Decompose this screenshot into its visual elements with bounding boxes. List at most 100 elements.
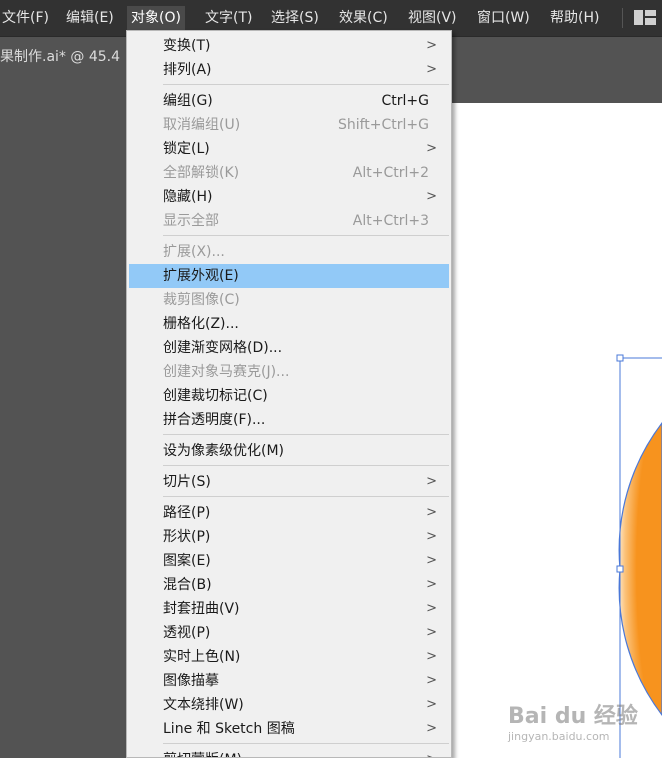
orange-circle [618, 422, 662, 716]
menu-item-label: 图案(E) [163, 553, 211, 569]
menu-item-label: 扩展外观(E) [163, 268, 239, 284]
menu-item-clipping-mask[interactable]: 剪切蒙版(M) > [129, 748, 449, 757]
submenu-arrow-icon: > [426, 577, 437, 592]
submenu-arrow-icon: > [426, 62, 437, 77]
selection-handle-top-left [616, 354, 624, 362]
menu-item-image-trace[interactable]: 图像描摹 > [129, 669, 449, 693]
menu-item-shortcut: Alt+Ctrl+2 [352, 165, 429, 181]
baidu-watermark-url: jingyan.baidu.com [508, 730, 610, 743]
menu-item-group[interactable]: 编组(G) Ctrl+G [129, 89, 449, 113]
menu-item-envelope-distort[interactable]: 封套扭曲(V) > [129, 597, 449, 621]
menu-item-label: 透视(P) [163, 625, 211, 641]
menu-item-live-paint[interactable]: 实时上色(N) > [129, 645, 449, 669]
menu-item-unlock-all: 全部解锁(K) Alt+Ctrl+2 [129, 161, 449, 185]
menu-item-slice[interactable]: 切片(S) > [129, 470, 449, 494]
menu-item-label: 封套扭曲(V) [163, 601, 240, 617]
submenu-arrow-icon: > [426, 649, 437, 664]
document-tab[interactable]: 果制作.ai* @ 45.4 [0, 37, 126, 77]
menu-item-rasterize[interactable]: 栅格化(Z)... [129, 312, 449, 336]
menu-separator [163, 235, 449, 236]
menu-separator [163, 465, 449, 466]
menu-item-perspective[interactable]: 透视(P) > [129, 621, 449, 645]
submenu-arrow-icon: > [426, 474, 437, 489]
menu-type[interactable]: 文字(T) [201, 6, 256, 30]
submenu-arrow-icon: > [426, 673, 437, 688]
menu-item-label: 文本绕排(W) [163, 697, 244, 713]
menu-item-label: 显示全部 [163, 213, 219, 229]
menu-item-label: 扩展(X)... [163, 244, 225, 260]
menu-item-pattern[interactable]: 图案(E) > [129, 549, 449, 573]
menu-item-label: Line 和 Sketch 图稿 [163, 721, 295, 737]
menu-item-hide[interactable]: 隐藏(H) > [129, 185, 449, 209]
menu-item-label: 创建对象马赛克(J)... [163, 364, 290, 380]
workspace-switcher-icon[interactable] [634, 10, 656, 25]
menu-item-expand: 扩展(X)... [129, 240, 449, 264]
artwork-layer[interactable] [452, 103, 662, 758]
submenu-arrow-icon: > [426, 141, 437, 156]
menu-item-shortcut: Ctrl+G [381, 93, 430, 109]
menu-item-label: 切片(S) [163, 474, 211, 490]
submenu-arrow-icon: > [426, 38, 437, 53]
menu-item-label: 排列(A) [163, 62, 212, 78]
menubar-divider [622, 8, 623, 28]
tab-bar-filler [452, 37, 662, 77]
menu-item-label: 裁剪图像(C) [163, 292, 240, 308]
submenu-arrow-icon: > [426, 750, 437, 757]
menu-item-arrange[interactable]: 排列(A) > [129, 58, 449, 82]
menu-item-lock[interactable]: 锁定(L) > [129, 137, 449, 161]
menu-item-crop-image: 裁剪图像(C) [129, 288, 449, 312]
submenu-arrow-icon: > [426, 529, 437, 544]
menu-item-text-wrap[interactable]: 文本绕排(W) > [129, 693, 449, 717]
menu-item-create-trim-marks[interactable]: 创建裁切标记(C) [129, 384, 449, 408]
menu-item-label: 隐藏(H) [163, 189, 213, 205]
submenu-arrow-icon: > [426, 625, 437, 640]
menu-item-label: 全部解锁(K) [163, 165, 240, 181]
menu-item-label: 形状(P) [163, 529, 211, 545]
menu-window[interactable]: 窗口(W) [473, 6, 534, 30]
menu-item-label: 锁定(L) [163, 141, 210, 157]
submenu-arrow-icon: > [426, 601, 437, 616]
submenu-arrow-icon: > [426, 697, 437, 712]
menu-item-label: 创建裁切标记(C) [163, 388, 268, 404]
menu-separator [163, 743, 449, 744]
menu-file[interactable]: 文件(F) [0, 6, 53, 30]
menu-item-shape[interactable]: 形状(P) > [129, 525, 449, 549]
menu-item-line-and-sketch-art[interactable]: Line 和 Sketch 图稿 > [129, 717, 449, 741]
menu-item-create-object-mosaic: 创建对象马赛克(J)... [129, 360, 449, 384]
menu-effect[interactable]: 效果(C) [335, 6, 392, 30]
menu-item-label: 混合(B) [163, 577, 212, 593]
menu-separator [163, 496, 449, 497]
menu-item-label: 剪切蒙版(M) [163, 750, 242, 757]
menu-separator [163, 434, 449, 435]
submenu-arrow-icon: > [426, 553, 437, 568]
menu-select[interactable]: 选择(S) [267, 6, 323, 30]
menu-item-path[interactable]: 路径(P) > [129, 501, 449, 525]
menu-help[interactable]: 帮助(H) [546, 6, 603, 30]
menu-item-expand-appearance[interactable]: 扩展外观(E) [129, 264, 449, 288]
menu-item-label: 图像描摹 [163, 673, 219, 689]
menu-view[interactable]: 视图(V) [404, 6, 461, 30]
menu-item-label: 栅格化(Z)... [163, 316, 239, 332]
menu-item-transform[interactable]: 变换(T) > [129, 34, 449, 58]
menu-item-flatten-transparency[interactable]: 拼合透明度(F)... [129, 408, 449, 432]
menu-item-label: 设为像素级优化(M) [163, 443, 285, 459]
menu-item-label: 路径(P) [163, 505, 211, 521]
menu-item-ungroup: 取消编组(U) Shift+Ctrl+G [129, 113, 449, 137]
menu-item-label: 实时上色(N) [163, 649, 241, 665]
menu-item-blend[interactable]: 混合(B) > [129, 573, 449, 597]
menu-item-make-pixel-perfect[interactable]: 设为像素级优化(M) [129, 439, 449, 463]
menu-item-create-gradient-mesh[interactable]: 创建渐变网格(D)... [129, 336, 449, 360]
menu-item-shortcut: Alt+Ctrl+3 [352, 213, 429, 229]
menu-item-label: 取消编组(U) [163, 117, 241, 133]
menu-item-label: 创建渐变网格(D)... [163, 340, 283, 356]
menu-edit[interactable]: 编辑(E) [62, 6, 118, 30]
submenu-arrow-icon: > [426, 721, 437, 736]
menu-item-label: 编组(G) [163, 93, 213, 109]
menu-item-shortcut: Shift+Ctrl+G [337, 117, 429, 133]
baidu-watermark: Bai du 经验 [508, 704, 638, 729]
selection-handle-middle-left [616, 565, 624, 573]
submenu-arrow-icon: > [426, 189, 437, 204]
menu-object[interactable]: 对象(O) [127, 6, 185, 30]
submenu-arrow-icon: > [426, 505, 437, 520]
menu-item-show-all: 显示全部 Alt+Ctrl+3 [129, 209, 449, 233]
